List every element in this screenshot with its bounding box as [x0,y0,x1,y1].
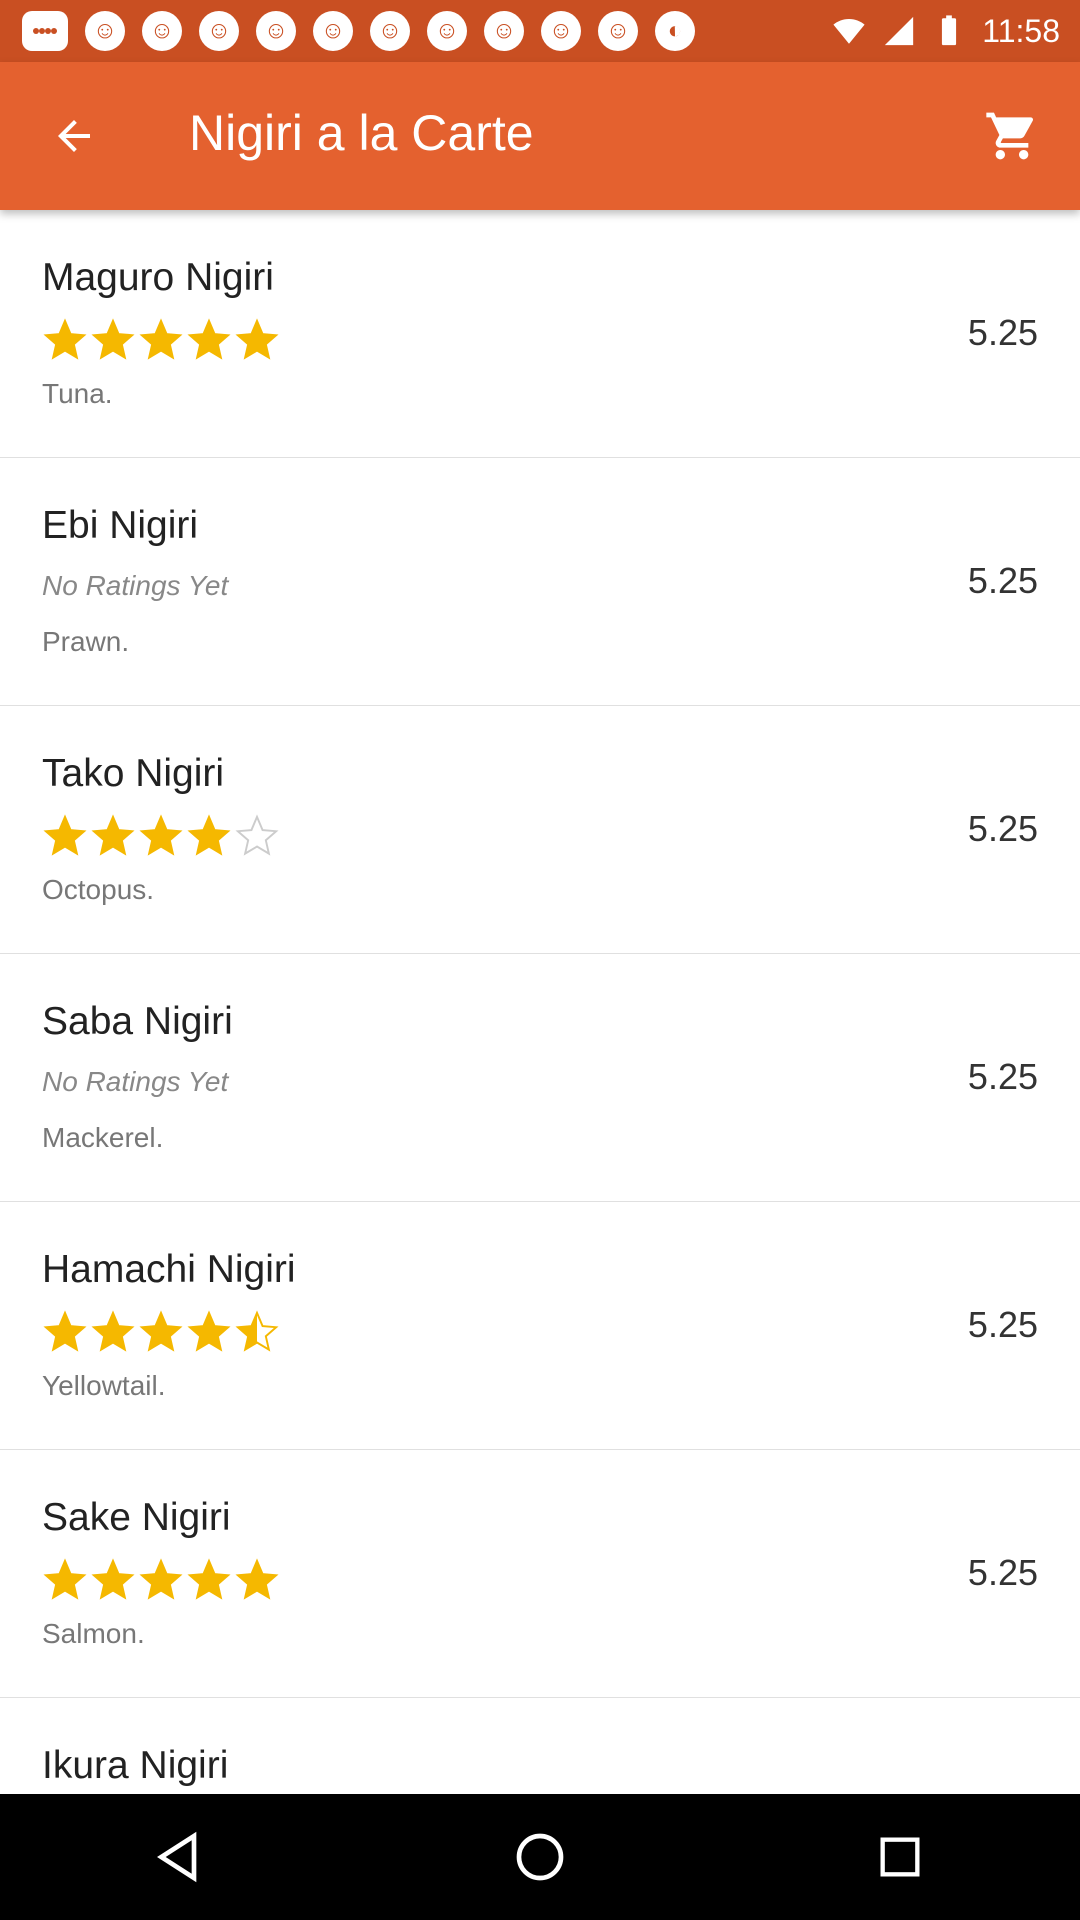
item-description: Prawn. [42,626,130,657]
item-description: Mackerel. [42,1122,164,1153]
app-notification-icon: ☺ [484,11,524,51]
item-name: Maguro Nigiri [42,256,274,299]
star-filled-icon [139,814,183,856]
star-filled-icon [187,1310,231,1352]
item-description: Tuna. [42,378,113,409]
item-rating [42,814,280,858]
app-notification-icon: ☺ [199,11,239,51]
app-notification-icon: ☺ [85,11,125,51]
star-half-icon [235,1310,279,1352]
star-filled-icon [235,1558,279,1600]
notification-icons: ☺ ☺ ☺ ☺ ☺ ☺ ☺ ☺ ☺ ☺ ◐ [22,11,695,51]
star-filled-icon [43,814,87,856]
nav-back-button[interactable] [135,1812,225,1902]
star-empty-icon [235,814,279,856]
back-button[interactable] [38,100,110,172]
recents-square-icon [880,1837,920,1877]
item-name: Hamachi Nigiri [42,1248,296,1291]
star-filled-icon [187,318,231,360]
app-notification-icon: ☺ [598,11,638,51]
app-bar: Nigiri a la Carte [0,62,1080,210]
item-name: Ebi Nigiri [42,504,199,547]
wifi-icon [833,18,865,44]
menu-item[interactable]: Ikura Nigiri [0,1698,1080,1794]
app-notification-icon: ☺ [256,11,296,51]
menu-item[interactable]: Saba Nigiri No Ratings Yet Mackerel. 5.2… [0,954,1080,1202]
app-notification-icon: ☺ [427,11,467,51]
item-rating [42,1310,280,1354]
star-filled-icon [91,1310,135,1352]
menu-item[interactable]: Maguro Nigiri Tuna. 5.25 [0,210,1080,458]
item-rating [42,318,280,362]
menu-list[interactable]: Maguro Nigiri Tuna. 5.25 Ebi Nigiri No R… [0,210,1080,1794]
star-filled-icon [139,1558,183,1600]
signal-icon [885,16,914,46]
home-circle-icon [516,1833,564,1881]
star-filled-icon [43,1310,87,1352]
item-name: Saba Nigiri [42,1000,233,1043]
item-description: Octopus. [42,874,155,905]
menu-item[interactable]: Tako Nigiri Octopus. 5.25 [0,706,1080,954]
battery-icon [942,15,957,46]
item-rating [42,1558,280,1602]
shopping-cart-icon [986,112,1034,160]
item-description: Yellowtail. [42,1370,166,1401]
cart-button[interactable] [974,98,1050,174]
status-time: 11:58 [982,12,1060,49]
item-price: 5.25 [967,808,1038,849]
menu-item[interactable]: Ebi Nigiri No Ratings Yet Prawn. 5.25 [0,458,1080,706]
menu-item[interactable]: Hamachi Nigiri Yellowtail. 5.25 [0,1202,1080,1450]
item-description: Salmon. [42,1618,145,1649]
page-title: Nigiri a la Carte [189,105,534,161]
app-notification-icon: ☺ [370,11,410,51]
status-bar: ☺ ☺ ☺ ☺ ☺ ☺ ☺ ☺ ☺ ☺ ◐ 11:58 [0,0,1080,62]
star-filled-icon [91,1558,135,1600]
message-icon [22,11,68,51]
star-filled-icon [187,814,231,856]
no-ratings-text: No Ratings Yet [42,1066,229,1097]
item-price: 5.25 [967,1304,1038,1345]
item-price: 5.25 [967,312,1038,353]
navigation-bar [0,1794,1080,1920]
app-notification-icon: ☺ [313,11,353,51]
star-filled-icon [43,318,87,360]
star-filled-icon [139,1310,183,1352]
arrow-back-icon [58,120,90,152]
star-filled-icon [91,814,135,856]
item-price: 5.25 [967,1552,1038,1593]
back-triangle-icon [157,1831,197,1883]
item-price: 5.25 [967,560,1038,601]
nav-home-button[interactable] [495,1812,585,1902]
item-name: Ikura Nigiri [42,1744,229,1787]
star-filled-icon [235,318,279,360]
nav-recents-button[interactable] [855,1812,945,1902]
item-name: Tako Nigiri [42,752,225,795]
star-filled-icon [91,318,135,360]
item-price: 5.25 [967,1056,1038,1097]
star-filled-icon [187,1558,231,1600]
app-notification-icon: ☺ [541,11,581,51]
item-name: Sake Nigiri [42,1496,231,1539]
app-notification-icon: ☺ [142,11,182,51]
star-filled-icon [139,318,183,360]
star-filled-icon [43,1558,87,1600]
circular-sync-icon: ◐ [655,11,695,51]
no-ratings-text: No Ratings Yet [42,570,229,601]
menu-item[interactable]: Sake Nigiri Salmon. 5.25 [0,1450,1080,1698]
